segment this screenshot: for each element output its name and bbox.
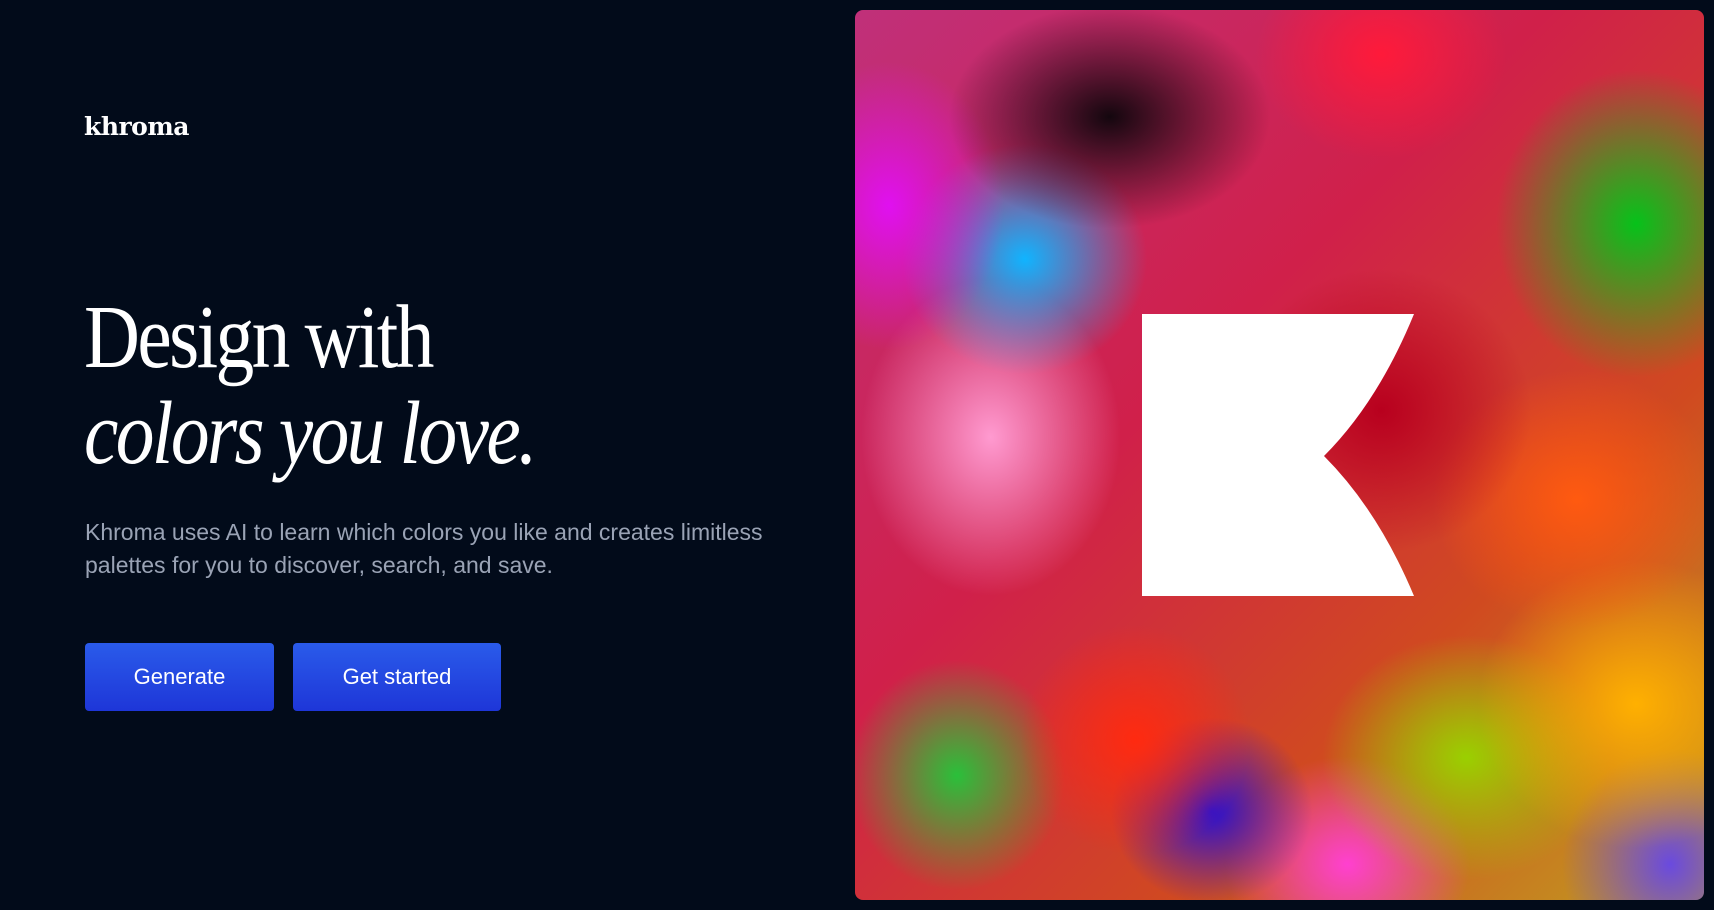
headline-line-1: Design with: [84, 288, 434, 387]
generate-button[interactable]: Generate: [85, 643, 274, 711]
get-started-button[interactable]: Get started: [293, 643, 501, 711]
hero-left-panel: khroma Design with colors you love. Khro…: [0, 0, 855, 910]
hero-headline: Design with colors you love.: [84, 290, 608, 482]
khroma-k-logo-icon: [1142, 314, 1414, 596]
khroma-logo[interactable]: khroma: [84, 112, 190, 141]
headline-line-2: colors you love.: [84, 384, 538, 483]
hero-description: Khroma uses AI to learn which colors you…: [85, 519, 763, 578]
hero-gradient-artwork: [855, 10, 1704, 900]
